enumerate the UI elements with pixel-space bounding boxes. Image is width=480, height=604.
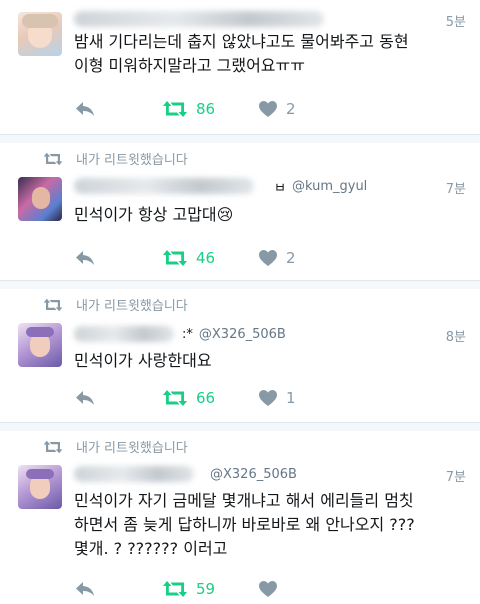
tweet-actions: 86 2	[74, 98, 466, 120]
heart-icon	[259, 390, 277, 406]
reply-button[interactable]	[74, 389, 162, 407]
retweet-count: 86	[196, 100, 216, 118]
reply-button[interactable]	[74, 249, 162, 267]
retweet-small-icon	[43, 440, 63, 453]
reply-button[interactable]	[74, 100, 162, 118]
retweet-button[interactable]: 59	[162, 580, 258, 598]
avatar[interactable]	[18, 323, 62, 367]
retweet-note-text: 내가 리트윗했습니다	[76, 153, 188, 168]
tweet-time: 5분	[445, 15, 466, 30]
heart-icon	[259, 250, 277, 266]
avatar[interactable]	[18, 465, 62, 509]
retweet-button[interactable]: 46	[162, 249, 258, 267]
tweet-2[interactable]: 내가 리트윗했습니다 ㅂ @kum_gyul 7분 민석이가 항상 고맙대😢 4…	[0, 143, 480, 281]
tweet-header: :* @X326_506B	[74, 323, 466, 345]
tweet-time: 8분	[445, 330, 466, 345]
tweet-header: @X326_506B	[74, 463, 466, 485]
author-name-redacted[interactable]	[74, 11, 324, 27]
author-handle[interactable]: @X326_506B	[199, 327, 286, 342]
tweet-time: 7분	[445, 470, 466, 485]
tweet-header: ㅂ @kum_gyul	[74, 175, 466, 197]
retweet-icon	[163, 581, 187, 597]
tweet-separator	[0, 423, 480, 431]
retweet-small-icon	[43, 152, 63, 165]
reply-icon	[76, 391, 94, 405]
author-name-redacted[interactable]	[74, 178, 254, 194]
tweet-header	[74, 8, 466, 30]
retweet-note-text: 내가 리트윗했습니다	[76, 299, 188, 314]
retweet-icon	[163, 390, 187, 406]
author-handle[interactable]: @kum_gyul	[292, 179, 367, 194]
tweet-1[interactable]: 5분 밤새 기다리는데 춥지 않았냐고도 물어봐주고 동현 이형 미워하지말라고…	[0, 0, 480, 135]
tweet-text: 민석이가 자기 금메달 몇개냐고 해서 에리들리 멈칫 하면서 좀 늦게 답하니…	[74, 491, 415, 558]
reply-button[interactable]	[74, 580, 162, 598]
tweet-text: 민석이가 항상 고맙대😢	[74, 205, 234, 224]
name-fragment: :*	[182, 326, 193, 342]
name-fragment: ㅂ	[274, 180, 286, 196]
heart-icon	[259, 101, 277, 117]
retweet-count: 59	[196, 580, 216, 598]
like-button[interactable]: 2	[258, 100, 296, 118]
retweet-note-text: 내가 리트윗했습니다	[76, 441, 188, 456]
reply-icon	[76, 102, 94, 116]
retweet-icon	[163, 101, 187, 117]
author-name-redacted[interactable]	[74, 326, 174, 342]
tweet-text: 밤새 기다리는데 춥지 않았냐고도 물어봐주고 동현 이형 미워하지말라고 그랬…	[74, 32, 409, 75]
retweet-count: 46	[196, 249, 216, 267]
author-name-redacted[interactable]	[74, 466, 194, 482]
reply-icon	[76, 582, 94, 596]
tweet-4[interactable]: 내가 리트윗했습니다 @X326_506B 7분 민석이가 자기 금메달 몇개냐…	[0, 431, 480, 604]
retweet-button[interactable]: 66	[162, 389, 258, 407]
like-button[interactable]: 1	[258, 389, 296, 407]
like-count: 2	[286, 249, 296, 267]
tweet-3[interactable]: 내가 리트윗했습니다 :* @X326_506B 8분 민석이가 사랑한대요 6…	[0, 289, 480, 423]
retweet-button[interactable]: 86	[162, 100, 258, 118]
heart-icon	[259, 581, 277, 597]
tweet-actions: 59	[74, 578, 466, 600]
retweet-small-icon	[43, 298, 63, 311]
retweet-icon	[163, 250, 187, 266]
reply-icon	[76, 251, 94, 265]
tweet-actions: 46 2	[74, 247, 466, 269]
retweet-count: 66	[196, 389, 216, 407]
author-handle[interactable]: @X326_506B	[210, 467, 297, 482]
tweet-text: 민석이가 사랑한대요	[74, 351, 212, 370]
avatar[interactable]	[18, 12, 62, 56]
avatar[interactable]	[18, 177, 62, 221]
like-count: 2	[286, 100, 296, 118]
tweet-actions: 66 1	[74, 387, 466, 409]
retweet-note: 내가 리트윗했습니다	[40, 437, 188, 456]
like-button[interactable]	[258, 580, 286, 598]
retweet-note: 내가 리트윗했습니다	[40, 295, 188, 314]
retweet-note: 내가 리트윗했습니다	[40, 149, 188, 168]
tweet-separator	[0, 135, 480, 143]
tweet-separator	[0, 281, 480, 289]
like-count: 1	[286, 389, 296, 407]
tweet-time: 7분	[445, 182, 466, 197]
like-button[interactable]: 2	[258, 249, 296, 267]
